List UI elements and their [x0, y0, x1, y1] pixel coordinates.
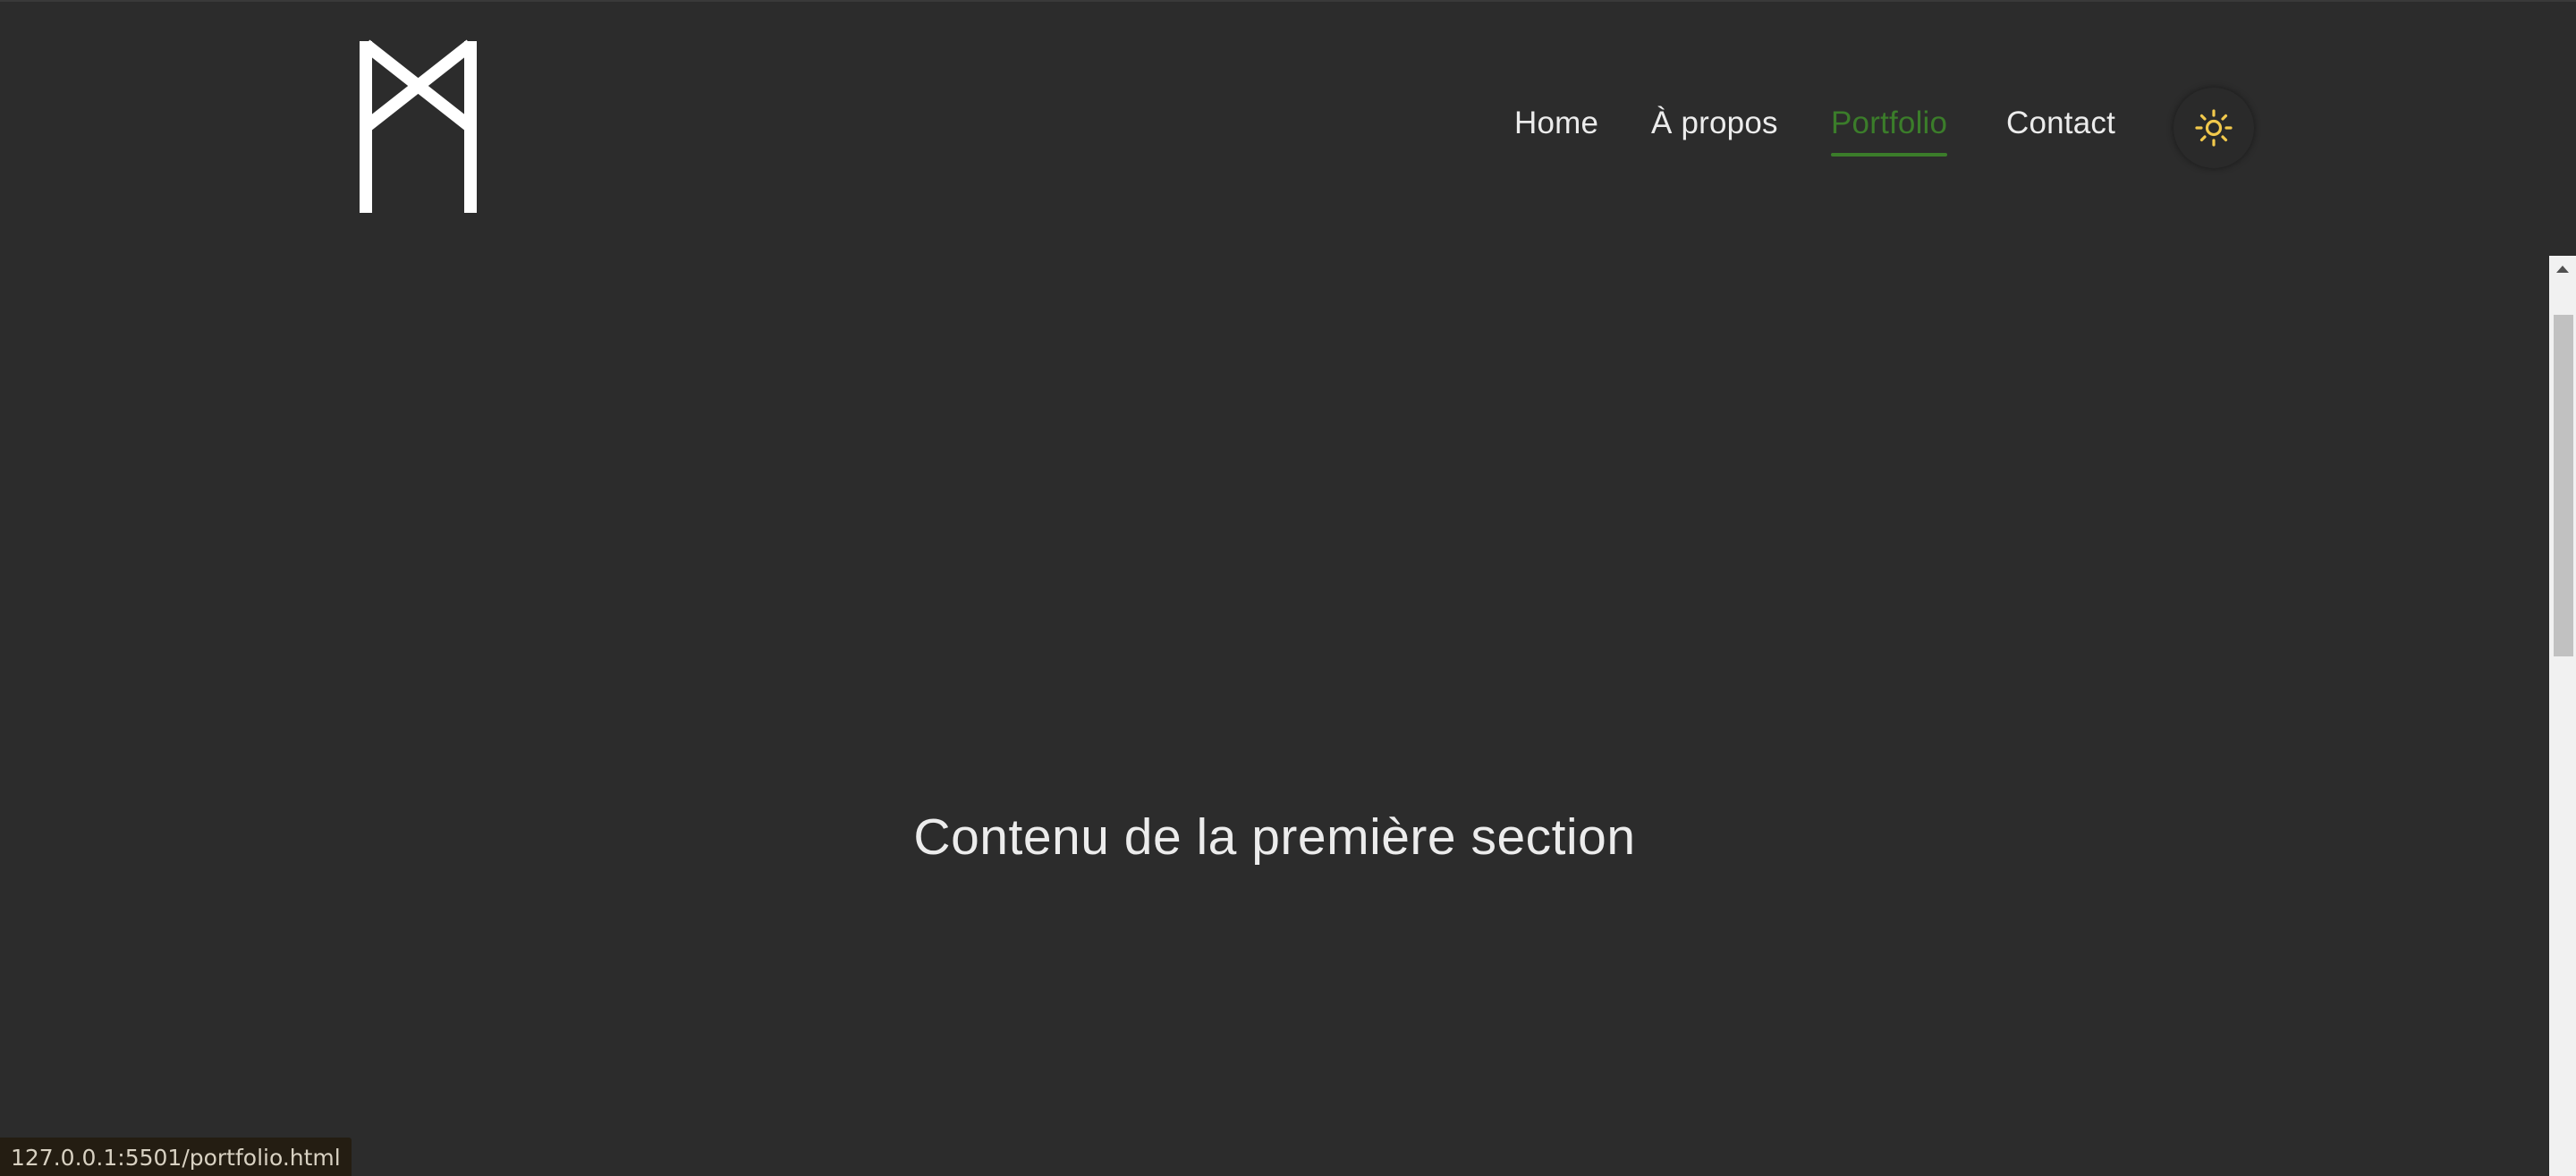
- nav-link-portfolio[interactable]: Portfolio: [1831, 107, 1948, 157]
- link-status-bar: 127.0.0.1:5501/portfolio.html: [0, 1138, 352, 1176]
- scroll-up-arrow-icon[interactable]: [2549, 256, 2576, 283]
- nav-link-home[interactable]: Home: [1514, 107, 1598, 139]
- nav-link-about[interactable]: À propos: [1651, 107, 1778, 139]
- theme-toggle-button[interactable]: [2174, 88, 2254, 168]
- sun-icon: [2195, 109, 2233, 147]
- vertical-scrollbar[interactable]: [2549, 256, 2576, 1176]
- section-content-text: Contenu de la première section: [913, 808, 1636, 866]
- nav-link-contact[interactable]: Contact: [2006, 107, 2115, 139]
- scrollbar-thumb[interactable]: [2554, 315, 2573, 656]
- page: Home À propos Portfolio Contact Contenu …: [0, 0, 2576, 1176]
